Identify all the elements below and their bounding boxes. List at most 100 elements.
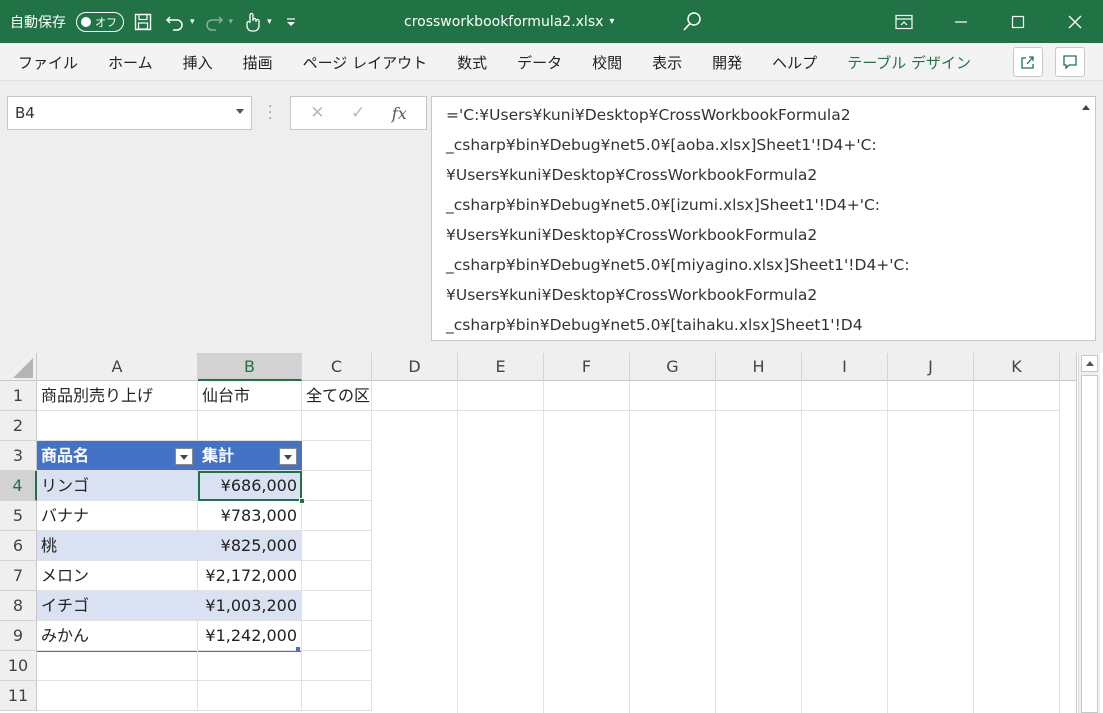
table-cell[interactable]: ¥1,003,200 <box>198 591 302 621</box>
tab-insert[interactable]: 挿入 <box>168 43 228 81</box>
customize-qat-icon[interactable] <box>278 9 304 35</box>
table-cell[interactable]: ¥2,172,000 <box>198 561 302 591</box>
column-header-c[interactable]: C <box>302 353 372 381</box>
row-empty-cells[interactable] <box>372 381 1060 411</box>
cell-b2[interactable] <box>198 411 302 441</box>
column-header-e[interactable]: E <box>458 353 544 381</box>
tab-view[interactable]: 表示 <box>637 43 697 81</box>
cell-c4[interactable] <box>302 471 372 501</box>
column-header-i[interactable]: I <box>802 353 888 381</box>
redo-icon[interactable] <box>201 9 227 35</box>
tab-review[interactable]: 校閲 <box>577 43 637 81</box>
table-cell[interactable]: みかん <box>37 621 198 651</box>
column-header-b[interactable]: B <box>198 353 302 381</box>
cell-c9[interactable] <box>302 621 372 651</box>
column-header-a[interactable]: A <box>37 353 198 381</box>
cell-a11[interactable] <box>37 681 198 711</box>
save-icon[interactable] <box>130 9 156 35</box>
cell-b1[interactable]: 仙台市 <box>198 381 302 411</box>
tab-data[interactable]: データ <box>502 43 577 81</box>
column-header-f[interactable]: F <box>544 353 630 381</box>
touch-mode-icon[interactable] <box>239 9 265 35</box>
cell-b10[interactable] <box>198 651 302 681</box>
tab-table-design[interactable]: テーブル デザイン <box>832 43 986 81</box>
column-header-g[interactable]: G <box>630 353 716 381</box>
row-header[interactable]: 2 <box>0 411 37 441</box>
column-header-d[interactable]: D <box>372 353 458 381</box>
collapse-formula-bar-icon[interactable] <box>1082 105 1090 110</box>
close-icon[interactable] <box>1046 0 1103 43</box>
table-cell[interactable]: ¥1,242,000 <box>198 621 302 651</box>
cell-c6[interactable] <box>302 531 372 561</box>
select-all-button[interactable] <box>0 353 37 381</box>
enter-icon[interactable]: ✓ <box>351 103 365 123</box>
cell-c11[interactable] <box>302 681 372 711</box>
column-header-h[interactable]: H <box>716 353 802 381</box>
row-header[interactable]: 9 <box>0 621 37 651</box>
formula-input[interactable]: ='C:¥Users¥kuni¥Desktop¥CrossWorkbookFor… <box>431 96 1096 341</box>
table-cell[interactable]: イチゴ <box>37 591 198 621</box>
table-cell[interactable]: バナナ <box>37 501 198 531</box>
cell-c2[interactable] <box>302 411 372 441</box>
cell-a10[interactable] <box>37 651 198 681</box>
table-cell[interactable]: 桃 <box>37 531 198 561</box>
table-cell[interactable]: ¥783,000 <box>198 501 302 531</box>
insert-function-icon[interactable]: fx <box>392 104 407 123</box>
comments-icon[interactable] <box>1055 47 1085 77</box>
tab-developer[interactable]: 開発 <box>697 43 757 81</box>
row-header[interactable]: 6 <box>0 531 37 561</box>
formula-bar-grip-icon[interactable]: · · · <box>268 100 272 126</box>
cell-a2[interactable] <box>37 411 198 441</box>
scroll-up-icon[interactable] <box>1081 355 1098 372</box>
row-header[interactable]: 8 <box>0 591 37 621</box>
table-cell[interactable]: リンゴ <box>37 471 198 501</box>
row-header[interactable]: 10 <box>0 651 37 681</box>
row-header[interactable]: 11 <box>0 681 37 711</box>
window-title[interactable]: crossworkbookformula2.xlsx ▾ <box>404 0 614 43</box>
row-header[interactable]: 7 <box>0 561 37 591</box>
undo-icon[interactable] <box>162 9 188 35</box>
worksheet-grid[interactable]: A B C D E F G H I J K 1 商品別売り上げ 仙台市 全ての区… <box>0 353 1103 713</box>
cell-c10[interactable] <box>302 651 372 681</box>
tab-help[interactable]: ヘルプ <box>757 43 832 81</box>
column-header-k[interactable]: K <box>974 353 1060 381</box>
column-header-j[interactable]: J <box>888 353 974 381</box>
table-header-cell[interactable]: 商品名 <box>37 441 198 471</box>
cell-c5[interactable] <box>302 501 372 531</box>
tab-file[interactable]: ファイル <box>0 43 93 81</box>
table-cell[interactable]: メロン <box>37 561 198 591</box>
row-header[interactable]: 5 <box>0 501 37 531</box>
tab-home[interactable]: ホーム <box>93 43 168 81</box>
cell-b11[interactable] <box>198 681 302 711</box>
name-box-dropdown-icon[interactable] <box>236 109 244 114</box>
filter-dropdown-icon[interactable] <box>175 448 193 465</box>
filter-dropdown-icon[interactable] <box>279 448 297 465</box>
scrollbar-thumb[interactable] <box>1081 375 1098 713</box>
table-header-cell[interactable]: 集計 <box>198 441 302 471</box>
minimize-icon[interactable] <box>932 0 989 43</box>
cancel-icon[interactable]: ✕ <box>310 103 324 123</box>
row-header[interactable]: 1 <box>0 381 37 411</box>
tab-formulas[interactable]: 数式 <box>442 43 502 81</box>
name-box[interactable]: B4 <box>7 96 252 130</box>
redo-dropdown-icon[interactable]: ▾ <box>229 17 234 27</box>
tab-page-layout[interactable]: ページ レイアウト <box>288 43 442 81</box>
undo-dropdown-icon[interactable]: ▾ <box>190 17 195 27</box>
maximize-icon[interactable] <box>989 0 1046 43</box>
autosave-toggle[interactable]: オフ <box>76 11 124 32</box>
touch-dropdown-icon[interactable]: ▾ <box>267 17 272 27</box>
cell-c7[interactable] <box>302 561 372 591</box>
table-cell[interactable]: ¥825,000 <box>198 531 302 561</box>
share-icon[interactable] <box>1013 47 1043 77</box>
tab-draw[interactable]: 描画 <box>228 43 288 81</box>
cell-c3[interactable] <box>302 441 372 471</box>
cell-c8[interactable] <box>302 591 372 621</box>
active-cell[interactable]: ¥686,000 <box>198 471 305 504</box>
cell-c1[interactable]: 全ての区 <box>302 381 372 411</box>
vertical-scrollbar[interactable] <box>1078 353 1100 713</box>
row-header[interactable]: 4 <box>0 471 37 501</box>
search-icon[interactable] <box>680 9 706 35</box>
ribbon-display-options-icon[interactable] <box>875 0 932 43</box>
fill-handle[interactable] <box>299 498 305 504</box>
cell-a1[interactable]: 商品別売り上げ <box>37 381 198 411</box>
